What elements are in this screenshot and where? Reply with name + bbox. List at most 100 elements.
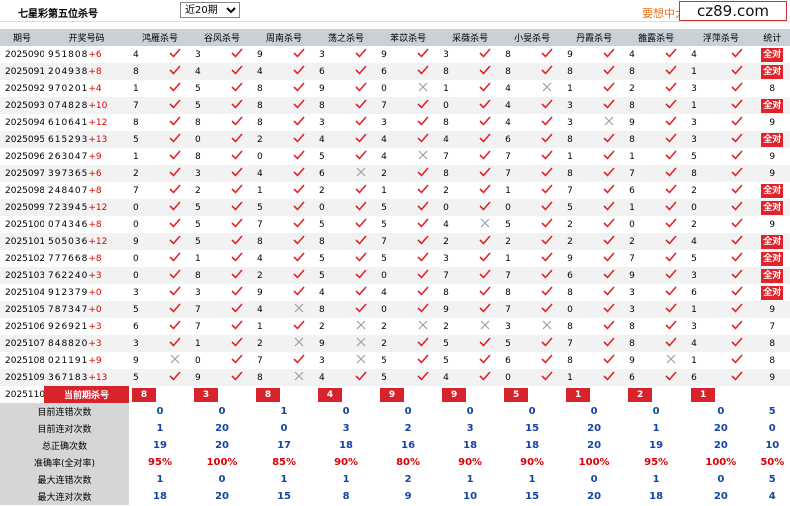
kill-value-cell: 7 (253, 216, 284, 233)
kill-value-cell: 8 (563, 284, 594, 301)
check-icon (541, 371, 553, 381)
kill-value-cell: 3 (439, 250, 470, 267)
stat-label: 目前连错次数 (0, 403, 129, 420)
result-cell (531, 335, 564, 352)
kill-value-cell: 5 (191, 199, 222, 216)
kill-value-cell: 7 (439, 267, 470, 284)
kill-value-cell: 6 (315, 165, 346, 182)
check-icon (731, 167, 743, 177)
result-cell (159, 97, 192, 114)
stat-value: 2 (377, 471, 440, 488)
stat-value: 0 (625, 403, 688, 420)
result-cell (655, 216, 688, 233)
stat-value: 100% (563, 454, 626, 471)
result-cell (469, 199, 502, 216)
check-icon (169, 65, 181, 75)
check-icon (169, 167, 181, 177)
kill-value-cell: 5 (191, 233, 222, 250)
period-cell: 2025091 (0, 63, 44, 80)
result-cell (719, 148, 755, 165)
column-header: 荡之杀号 (315, 29, 378, 46)
stat-value: 1 (501, 471, 564, 488)
check-icon (603, 320, 615, 330)
stat-value: 100% (687, 454, 755, 471)
kill-value-cell: 6 (501, 352, 532, 369)
result-cell (593, 114, 626, 131)
kill-value-cell: 4 (377, 148, 408, 165)
result-cell (345, 318, 378, 335)
kill-value-cell: 3 (625, 284, 656, 301)
check-icon (231, 252, 243, 262)
stat-value: 20 (191, 488, 254, 505)
draw-number-cell: 074346+8 (44, 216, 129, 233)
kill-value-cell: 2 (439, 318, 470, 335)
result-cell (469, 284, 502, 301)
result-cell (283, 267, 316, 284)
stat-cell: 全对 (754, 267, 790, 284)
kill-value-cell: 4 (501, 80, 532, 97)
check-icon (541, 286, 553, 296)
result-cell (283, 233, 316, 250)
draw-number-cell: 912379+0 (44, 284, 129, 301)
site-logo[interactable]: cz89.com (679, 1, 787, 21)
check-icon (541, 65, 553, 75)
table-row: 2025101 505036+12 9 5 8 8 7 2 2 2 2 4 全对 (0, 233, 790, 250)
result-cell (221, 165, 254, 182)
column-header: 苯苡杀号 (377, 29, 440, 46)
table-row: 2025098 248407+8 7 2 1 2 1 2 1 7 6 2 全对 (0, 182, 790, 199)
stat-value: 1 (253, 403, 316, 420)
check-icon (231, 235, 243, 245)
kill-value-cell: 3 (687, 114, 720, 131)
stat-value: 4 (754, 488, 790, 505)
cross-icon (356, 354, 366, 364)
kill-value-cell: 5 (501, 335, 532, 352)
result-cell (531, 165, 564, 182)
result-cell (719, 182, 755, 199)
result-cell (469, 63, 502, 80)
stat-value: 0 (563, 403, 626, 420)
result-cell (221, 267, 254, 284)
result-cell (719, 233, 755, 250)
kill-value-cell: 4 (253, 250, 284, 267)
stat-value: 16 (377, 437, 440, 454)
table-row: 2025104 912379+0 3 3 9 4 4 8 8 8 3 6 全对 (0, 284, 790, 301)
check-icon (293, 150, 305, 160)
kill-value-cell: 0 (129, 267, 159, 284)
check-icon (355, 99, 367, 109)
kill-value-cell: 1 (377, 182, 408, 199)
stat-value: 1 (625, 420, 688, 437)
stat-value: 9 (377, 488, 440, 505)
check-icon (231, 167, 243, 177)
kill-value-cell: 1 (563, 80, 594, 97)
kill-value-cell: 0 (439, 97, 470, 114)
kill-value-cell: 1 (191, 250, 222, 267)
result-cell (655, 369, 688, 386)
check-icon (293, 133, 305, 143)
result-cell (593, 267, 626, 284)
stat-value: 15 (253, 488, 316, 505)
period-select[interactable]: 近20期 (180, 2, 240, 18)
result-cell (655, 131, 688, 148)
result-cell (719, 216, 755, 233)
kill-value-cell: 8 (315, 97, 346, 114)
result-cell (407, 148, 440, 165)
kill-value-cell: 0 (501, 369, 532, 386)
check-icon (731, 286, 743, 296)
result-cell (469, 46, 502, 63)
kill-value-cell: 5 (439, 352, 470, 369)
kill-value-cell: 1 (439, 80, 470, 97)
stat-value: 1 (253, 471, 316, 488)
kill-value-cell: 8 (563, 131, 594, 148)
kill-value-cell: 9 (563, 250, 594, 267)
result-cell (469, 369, 502, 386)
check-icon (293, 65, 305, 75)
result-cell (531, 267, 564, 284)
result-cell (719, 114, 755, 131)
stat-cell: 全对 (754, 63, 790, 80)
kill-value-cell: 0 (563, 301, 594, 318)
stat-cell: 9 (754, 114, 790, 131)
result-cell (655, 352, 688, 369)
kill-value-cell: 2 (191, 182, 222, 199)
kill-value-cell: 8 (253, 97, 284, 114)
kill-value-cell: 3 (315, 114, 346, 131)
